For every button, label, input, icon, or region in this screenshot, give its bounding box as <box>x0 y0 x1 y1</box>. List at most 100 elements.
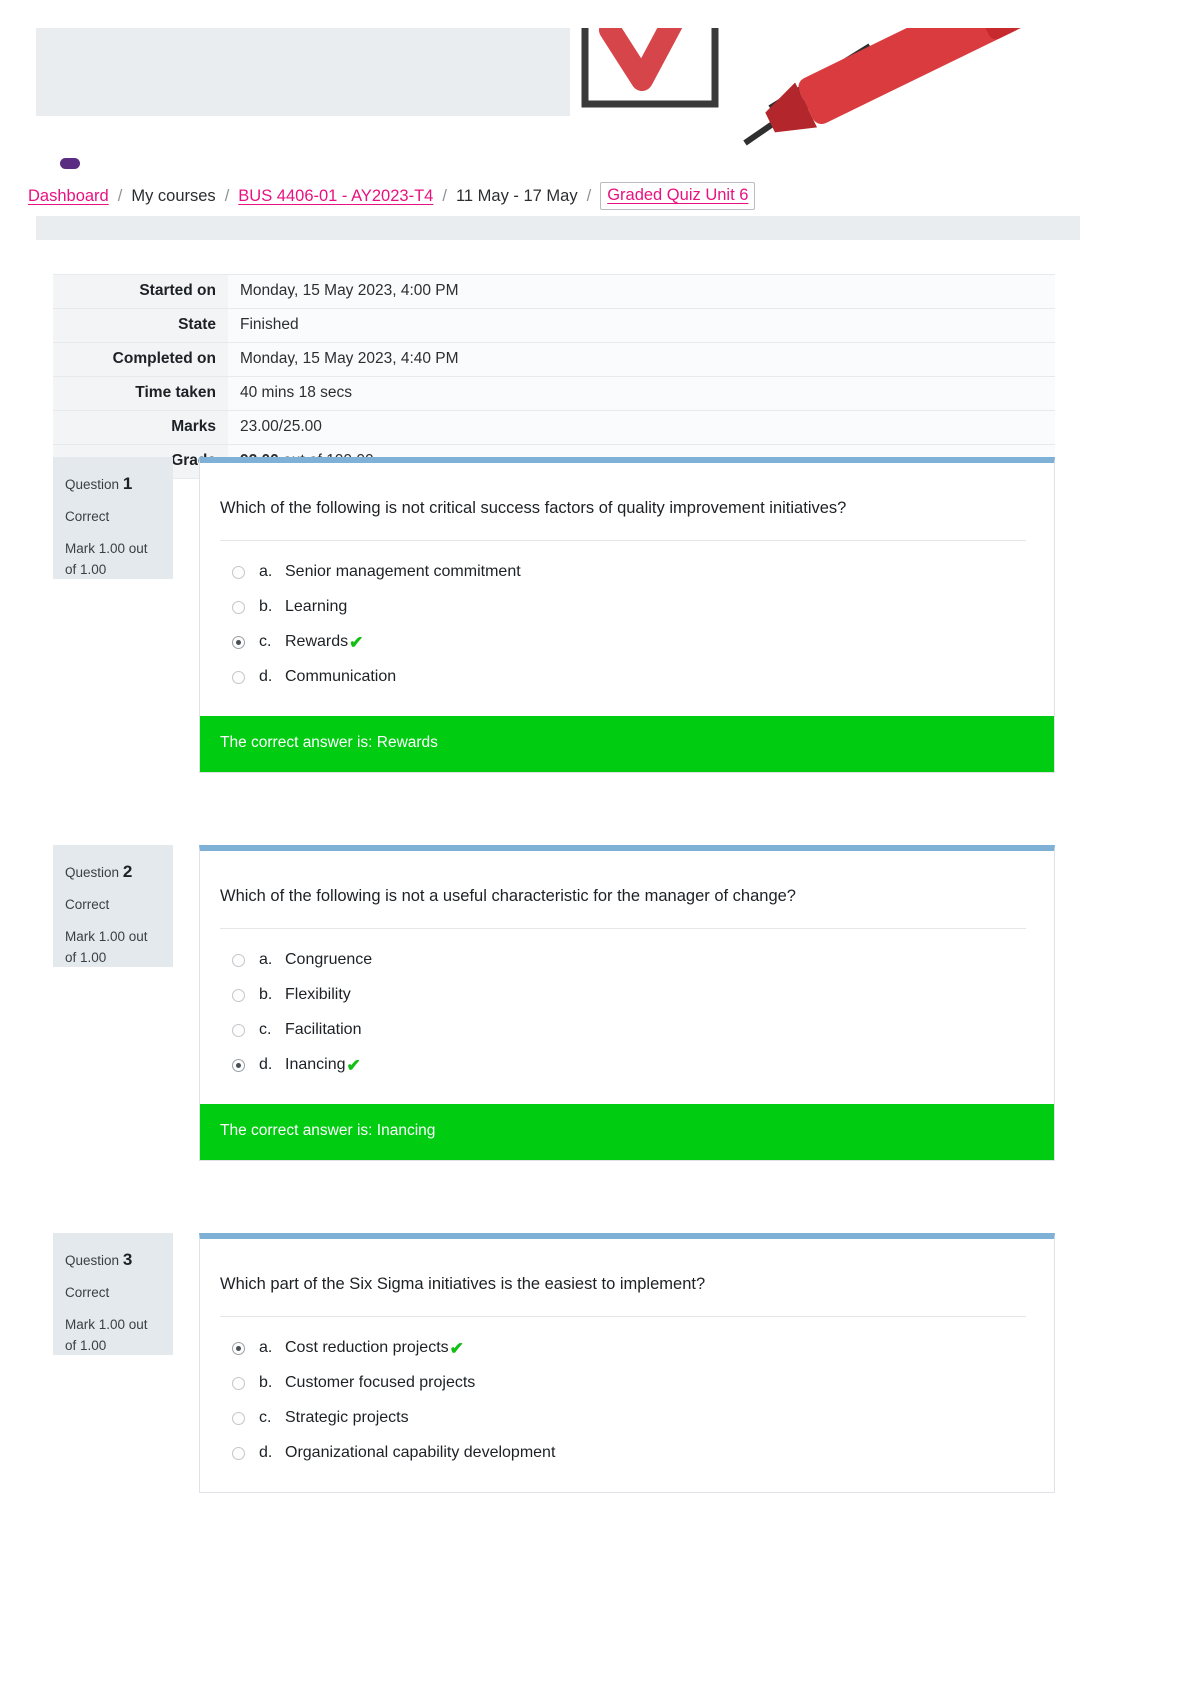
summary-label-state: State <box>53 308 228 343</box>
answer-option-selected[interactable]: c. Rewards ✔ <box>220 633 1034 651</box>
radio-button-icon[interactable] <box>232 1058 245 1072</box>
option-label: Strategic projects <box>285 1409 409 1427</box>
radio-button-icon[interactable] <box>232 1411 245 1425</box>
summary-label-marks: Marks <box>53 410 228 445</box>
question-card: Which part of the Six Sigma initiatives … <box>199 1233 1055 1494</box>
option-letter: c. <box>259 633 272 651</box>
option-label: Customer focused projects <box>285 1374 476 1392</box>
radio-button-icon[interactable] <box>232 600 245 614</box>
breadcrumb-item-course[interactable]: BUS 4406-01 - AY2023-T4 <box>238 187 433 205</box>
radio-button-icon[interactable] <box>232 1341 245 1355</box>
question-mark: Mark 1.00 out of 1.00 <box>65 541 148 578</box>
question-text: Which part of the Six Sigma initiatives … <box>220 1275 706 1293</box>
answer-option[interactable]: d. Organizational capability development <box>220 1444 1034 1462</box>
option-letter: b. <box>259 598 273 616</box>
breadcrumb-item-my-courses: My courses <box>131 186 216 205</box>
question-state: Correct <box>65 509 110 525</box>
option-letter: d. <box>259 668 273 686</box>
option-letter: a. <box>259 951 273 969</box>
option-label: Organizational capability development <box>285 1444 556 1462</box>
radio-button-icon[interactable] <box>232 953 245 967</box>
option-letter: d. <box>259 1444 273 1462</box>
table-row: Completed on Monday, 15 May 2023, 4:40 P… <box>53 342 1055 377</box>
question-word: Question <box>65 1253 120 1268</box>
question-info-panel: Question 1 Correct Mark 1.00 out of 1.00 <box>53 457 173 579</box>
answer-option-selected[interactable]: a. Cost reduction projects ✔ <box>220 1339 1034 1357</box>
breadcrumb-separator: / <box>442 186 447 205</box>
option-label: Senior management commitment <box>285 563 521 581</box>
question-number: 2 <box>122 862 133 881</box>
table-row: Time taken 40 mins 18 secs <box>53 376 1055 411</box>
correct-tick-icon: ✔ <box>449 1338 464 1358</box>
breadcrumb: Dashboard / My courses / BUS 4406-01 - A… <box>28 182 756 210</box>
breadcrumb-separator: / <box>586 186 592 205</box>
question-number-line: Question 2 <box>65 859 161 885</box>
radio-button-icon[interactable] <box>232 1446 245 1460</box>
radio-button-icon[interactable] <box>232 1376 245 1390</box>
summary-value-started-on: Monday, 15 May 2023, 4:00 PM <box>228 274 1055 309</box>
answer-option[interactable]: b. Customer focused projects <box>220 1374 1034 1392</box>
summary-label-completed-on: Completed on <box>53 342 228 377</box>
summary-value-time-taken: 40 mins 18 secs <box>228 376 1055 411</box>
question-card: Which of the following is not a useful c… <box>199 845 1055 1162</box>
question-info-panel: Question 3 Correct Mark 1.00 out of 1.00 <box>53 1233 173 1355</box>
summary-label-time-taken: Time taken <box>53 376 228 411</box>
answer-option[interactable]: b. Learning <box>220 598 1034 616</box>
breadcrumb-item-quiz[interactable]: Graded Quiz Unit 6 <box>600 182 756 210</box>
correct-answer-feedback: The correct answer is: Rewards <box>200 716 1054 773</box>
radio-button-icon[interactable] <box>232 988 245 1002</box>
answer-option[interactable]: d. Communication <box>220 668 1034 686</box>
question-card: Which of the following is not critical s… <box>199 457 1055 774</box>
option-label: Communication <box>285 668 397 686</box>
summary-value-state: Finished <box>228 308 1055 343</box>
question-number: 3 <box>122 1250 133 1269</box>
option-label: Inancing <box>285 1056 346 1074</box>
answer-option-selected[interactable]: d. Inancing ✔ <box>220 1056 1034 1074</box>
question-text: Which of the following is not critical s… <box>220 499 847 517</box>
radio-button-icon[interactable] <box>232 565 245 579</box>
table-row: State Finished <box>53 308 1055 343</box>
answer-option[interactable]: a. Senior management commitment <box>220 563 1034 581</box>
breadcrumb-item-dashboard[interactable]: Dashboard <box>28 187 109 205</box>
answer-options: a. Congruence b. Flexibility c. Facilita… <box>200 929 1054 1104</box>
question-state: Correct <box>65 897 110 913</box>
table-row: Marks 23.00/25.00 <box>53 410 1055 445</box>
question-state: Correct <box>65 1285 110 1301</box>
question-number-line: Question 1 <box>65 471 161 497</box>
option-letter: a. <box>259 563 273 581</box>
option-label: Rewards <box>285 633 349 651</box>
quiz-review-page: Dashboard / My courses / BUS 4406-01 - A… <box>0 0 1200 1697</box>
question-word: Question <box>65 477 120 492</box>
summary-value-marks: 23.00/25.00 <box>228 410 1055 445</box>
breadcrumb-item-week: 11 May - 17 May <box>455 186 578 205</box>
option-letter: d. <box>259 1056 273 1074</box>
option-label: Facilitation <box>285 1021 362 1039</box>
radio-button-icon[interactable] <box>232 635 245 649</box>
breadcrumb-separator: / <box>117 186 123 205</box>
question-number: 1 <box>122 474 133 493</box>
answer-option[interactable]: a. Congruence <box>220 951 1034 969</box>
answer-option[interactable]: c. Facilitation <box>220 1021 1034 1039</box>
banner-checkmark-image <box>570 28 1080 154</box>
option-letter: c. <box>259 1409 272 1427</box>
summary-value-completed-on: Monday, 15 May 2023, 4:40 PM <box>228 342 1055 377</box>
question-number-line: Question 3 <box>65 1247 161 1273</box>
option-letter: b. <box>259 1374 273 1392</box>
answer-option[interactable]: c. Strategic projects <box>220 1409 1034 1427</box>
correct-tick-icon: ✔ <box>346 1055 361 1075</box>
correct-answer-feedback: The correct answer is: Inancing <box>200 1104 1054 1161</box>
answer-options: a. Cost reduction projects ✔ b. Customer… <box>200 1317 1054 1492</box>
question-text: Which of the following is not a useful c… <box>220 887 796 905</box>
banner-bottom-strip <box>36 216 1080 240</box>
option-letter: c. <box>259 1021 272 1039</box>
radio-button-icon[interactable] <box>232 670 245 684</box>
question-mark: Mark 1.00 out of 1.00 <box>65 929 148 966</box>
answer-option[interactable]: b. Flexibility <box>220 986 1034 1004</box>
nav-dot-icon <box>60 158 80 169</box>
radio-button-icon[interactable] <box>232 1023 245 1037</box>
answer-options: a. Senior management commitment b. Learn… <box>200 541 1054 716</box>
option-label: Cost reduction projects <box>285 1339 449 1357</box>
option-label: Learning <box>285 598 348 616</box>
option-letter: b. <box>259 986 273 1004</box>
summary-label-started-on: Started on <box>53 274 228 309</box>
